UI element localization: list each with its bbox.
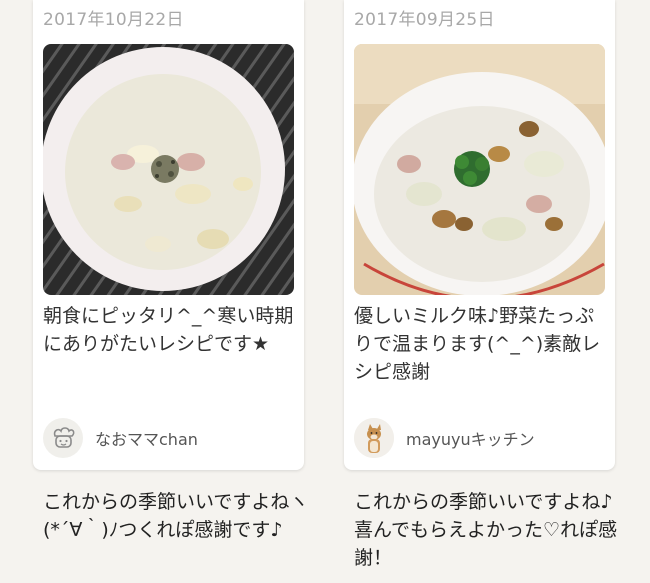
milk-soup-photo <box>354 44 605 295</box>
report-title: 優しいミルク味♪野菜たっぷりで温まります(^_^)素敵レシピ感謝 <box>354 305 601 383</box>
dish-photo[interactable] <box>43 44 294 295</box>
author-row[interactable]: mayuyuキッチン <box>354 418 535 458</box>
tsukurepo-card[interactable]: 2017年09月25日 優しいミルク味♪野菜たっぷりで温まります(^_^)素敵レ… <box>344 0 615 470</box>
post-date: 2017年09月25日 <box>354 10 495 30</box>
chef-face-icon[interactable] <box>43 418 83 458</box>
dish-photo[interactable] <box>354 44 605 295</box>
author-name[interactable]: なおママchan <box>95 426 198 450</box>
kitchen-reply-comment: これからの季節いいですよね♪喜んでもらえよかった♡れぽ感謝！ <box>354 491 618 569</box>
dog-photo-icon[interactable] <box>354 418 394 458</box>
kitchen-reply-comment: これからの季節いいですよねヽ(*´∀｀)ﾉつくれぽ感謝です♪ <box>43 491 309 541</box>
author-name[interactable]: mayuyuキッチン <box>406 426 535 450</box>
report-title: 朝食にピッタリ^_^寒い時期にありがたいレシピです★ <box>43 305 294 355</box>
tsukurepo-card[interactable]: 2017年10月22日 朝食にピッタリ^_^寒い時期にありがたいレシピです★ な… <box>33 0 304 470</box>
post-date: 2017年10月22日 <box>43 10 184 30</box>
author-row[interactable]: なおママchan <box>43 418 198 458</box>
cream-soup-photo <box>43 44 294 295</box>
